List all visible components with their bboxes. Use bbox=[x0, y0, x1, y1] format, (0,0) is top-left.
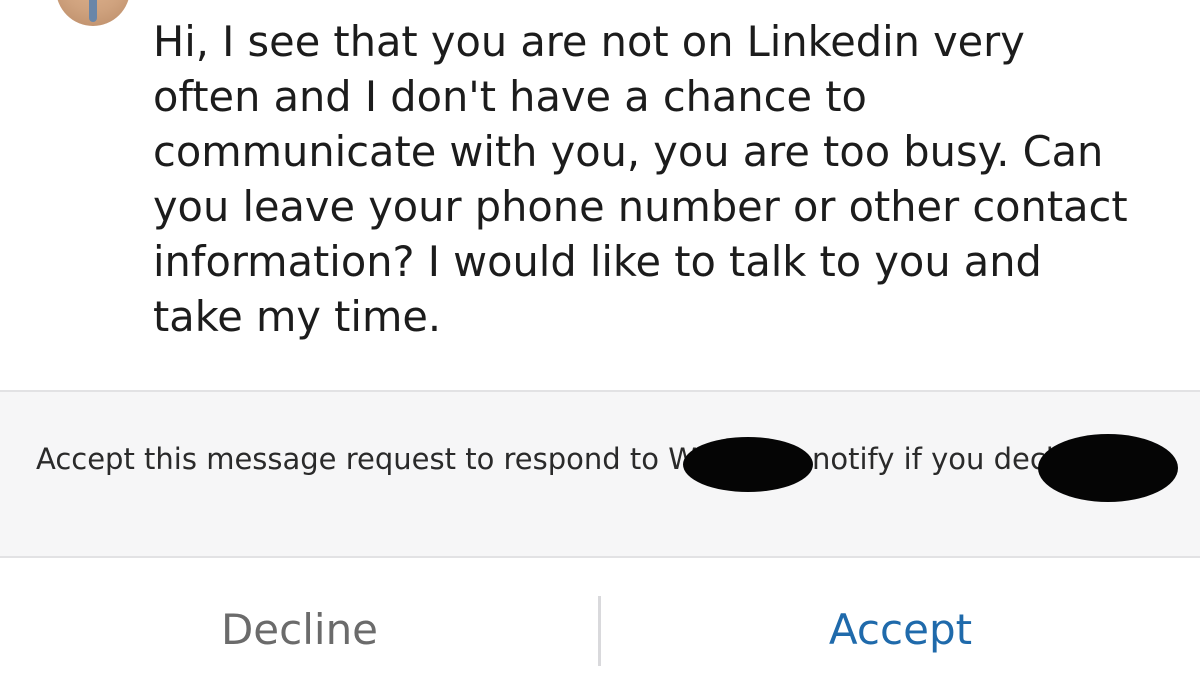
request-notice-part1: Accept this message request to respond t… bbox=[36, 442, 660, 476]
decline-button[interactable]: Decline bbox=[0, 560, 599, 700]
message-body: Hi, I see that you are not on Linkedin v… bbox=[153, 17, 1128, 341]
message-request-notice: Accept this message request to respond t… bbox=[36, 438, 1186, 480]
redaction-mark-notify-name bbox=[1038, 434, 1178, 502]
avatar-figure bbox=[89, 0, 97, 22]
message-request-panel: Accept this message request to respond t… bbox=[0, 390, 1200, 558]
redaction-mark-sender-name bbox=[683, 437, 813, 492]
accept-button[interactable]: Accept bbox=[601, 560, 1200, 700]
message-request-actions: Decline Accept bbox=[0, 560, 1200, 700]
sender-avatar[interactable] bbox=[56, 0, 130, 26]
